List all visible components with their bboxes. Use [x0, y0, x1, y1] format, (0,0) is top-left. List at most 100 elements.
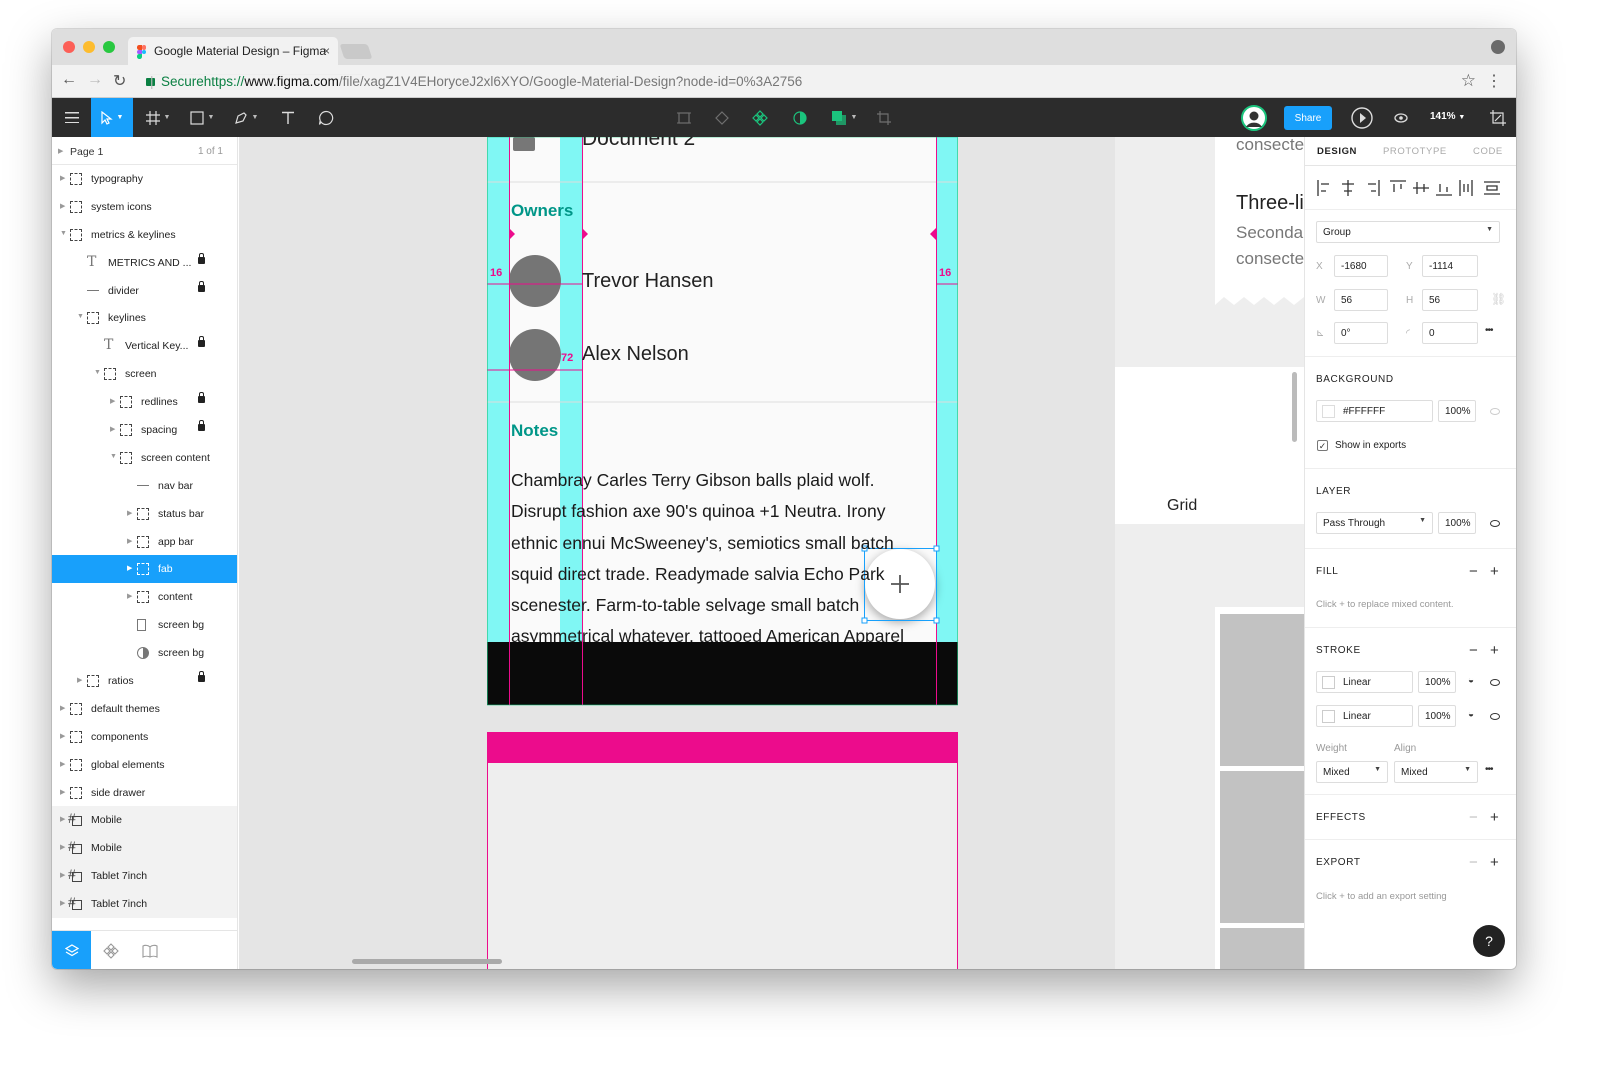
show-in-exports-checkbox[interactable]: ✓: [1317, 440, 1328, 451]
menu-icon[interactable]: [52, 98, 91, 137]
component-icon[interactable]: [666, 98, 702, 137]
layer-row[interactable]: ▶ default themes: [52, 695, 237, 723]
add-effect-icon[interactable]: +: [1490, 810, 1499, 825]
remove-stroke-icon[interactable]: −: [1469, 643, 1478, 658]
lock-icon[interactable]: [198, 280, 205, 292]
chevron-right-icon[interactable]: ▶: [60, 815, 65, 823]
layer-row[interactable]: ▶ ratios: [52, 667, 237, 695]
layer-row[interactable]: ▶ spacing: [52, 416, 237, 444]
layer-row[interactable]: nav bar: [52, 472, 237, 500]
blend-mode-select[interactable]: Pass Through ▼: [1316, 512, 1433, 534]
help-button[interactable]: ?: [1473, 925, 1505, 957]
chevron-right-icon[interactable]: ▶: [60, 788, 65, 796]
eye-icon[interactable]: [1490, 713, 1500, 720]
chevron-right-icon[interactable]: ▶: [127, 509, 132, 517]
h-input[interactable]: 56: [1422, 289, 1478, 311]
blend-drop-icon[interactable]: ◒: [1468, 709, 1474, 720]
w-input[interactable]: 56: [1334, 289, 1388, 311]
chevron-right-icon[interactable]: ▶: [110, 425, 115, 433]
chevron-right-icon[interactable]: ▶: [60, 899, 65, 907]
profile-icon[interactable]: [1491, 40, 1505, 54]
comment-tool-icon[interactable]: [308, 98, 344, 137]
layer-row[interactable]: T Vertical Key...: [52, 332, 237, 360]
stroke-weight-select[interactable]: Mixed ▼: [1316, 761, 1388, 783]
frame-tool-icon[interactable]: ▼: [138, 98, 178, 137]
blend-drop-icon[interactable]: ◒: [1468, 675, 1474, 686]
browser-menu-icon[interactable]: ⋮: [1486, 71, 1502, 91]
chevron-right-icon[interactable]: ▶: [60, 202, 65, 210]
layer-row[interactable]: T METRICS AND ...: [52, 249, 237, 277]
chevron-down-icon[interactable]: ▼: [94, 369, 101, 376]
library-tab-icon[interactable]: [130, 931, 169, 969]
url-field[interactable]: Secure|https://www.figma.com/file/xagZ1V…: [146, 74, 802, 89]
layer-row[interactable]: ▶ components: [52, 723, 237, 751]
x-input[interactable]: -1680: [1334, 255, 1388, 277]
stroke-align-select[interactable]: Mixed ▼: [1394, 761, 1478, 783]
layer-row[interactable]: ▶ system icons: [52, 193, 237, 221]
eye-icon[interactable]: [1490, 679, 1500, 686]
layer-row[interactable]: ▶ Mobile: [52, 806, 237, 835]
chevron-down-icon[interactable]: ▼: [77, 313, 84, 320]
reload-icon[interactable]: ↻: [113, 71, 126, 91]
view-icon[interactable]: [1386, 98, 1416, 137]
mask-icon[interactable]: [782, 98, 818, 137]
corner-radius-input[interactable]: 0: [1422, 322, 1478, 344]
remove-fill-icon[interactable]: −: [1469, 564, 1478, 579]
eye-icon[interactable]: [1490, 408, 1500, 415]
more-options-icon[interactable]: •••: [1485, 325, 1493, 336]
stroke-swatch[interactable]: [1322, 676, 1335, 689]
user-avatar[interactable]: [1236, 98, 1272, 137]
layer-row[interactable]: screen bg: [52, 611, 237, 639]
layer-row[interactable]: ▶ redlines: [52, 388, 237, 416]
layer-row[interactable]: ▶ app bar: [52, 528, 237, 556]
pen-tool-icon[interactable]: ▼: [226, 98, 266, 137]
stroke-opacity-input[interactable]: 100%: [1418, 705, 1456, 727]
rotation-input[interactable]: 0°: [1334, 322, 1388, 344]
constrain-proportions-icon[interactable]: ⛓: [1491, 292, 1506, 306]
add-stroke-icon[interactable]: +: [1490, 643, 1499, 658]
chevron-right-icon[interactable]: ▶: [77, 676, 82, 684]
zoom-level[interactable]: 141% ▼: [1430, 111, 1465, 122]
fill-icon[interactable]: ▼: [824, 98, 864, 137]
lock-icon[interactable]: [198, 392, 205, 404]
bookmark-star-icon[interactable]: ☆: [1461, 71, 1476, 91]
browser-tab[interactable]: Google Material Design – Figma ×: [128, 37, 338, 65]
layer-row[interactable]: ▶ side drawer: [52, 779, 237, 807]
tab-code[interactable]: CODE: [1473, 146, 1503, 157]
chevron-right-icon[interactable]: ▶: [60, 732, 65, 740]
back-arrow-icon[interactable]: ←: [61, 71, 77, 89]
layer-row[interactable]: divider: [52, 277, 237, 305]
stroke-type-input[interactable]: Linear: [1316, 671, 1413, 693]
create-component-icon[interactable]: [742, 98, 778, 137]
components-tab-icon[interactable]: [91, 931, 130, 969]
tab-design[interactable]: DESIGN: [1317, 146, 1357, 157]
add-export-icon[interactable]: +: [1490, 855, 1499, 870]
y-input[interactable]: -1114: [1422, 255, 1478, 277]
layer-row[interactable]: ▶ Mobile: [52, 834, 237, 863]
design-canvas[interactable]: Document 2 Owners Trevor Hansen Alex Nel…: [239, 137, 1304, 969]
background-color-input[interactable]: #FFFFFF: [1316, 400, 1433, 422]
boolean-icon[interactable]: [704, 98, 740, 137]
move-tool-icon[interactable]: ▼: [91, 98, 133, 137]
share-button[interactable]: Share: [1284, 106, 1332, 130]
layer-row[interactable]: ▶ typography: [52, 165, 237, 193]
tab-close-icon[interactable]: ×: [323, 44, 330, 58]
stroke-opacity-input[interactable]: 100%: [1418, 671, 1456, 693]
layer-row[interactable]: ▼ screen: [52, 360, 237, 388]
lock-icon[interactable]: [198, 420, 205, 432]
lock-icon[interactable]: [198, 252, 205, 264]
eye-icon[interactable]: [1490, 520, 1500, 527]
chevron-right-icon[interactable]: ▶: [127, 537, 132, 545]
layer-row[interactable]: ▶ fab: [52, 555, 237, 584]
chevron-right-icon[interactable]: ▶: [60, 843, 65, 851]
color-swatch[interactable]: [1322, 405, 1335, 418]
more-options-icon[interactable]: •••: [1485, 764, 1493, 775]
layer-row[interactable]: ▶ content: [52, 583, 237, 611]
text-tool-icon[interactable]: [270, 98, 306, 137]
chevron-right-icon[interactable]: ▶: [60, 871, 65, 879]
chevron-down-icon[interactable]: ▼: [110, 453, 117, 460]
layer-row[interactable]: screen bg: [52, 639, 237, 667]
maximize-window-button[interactable]: [103, 41, 115, 53]
layer-row[interactable]: ▼ keylines: [52, 304, 237, 332]
page-selector[interactable]: ▶ Page 1 1 of 1: [52, 137, 237, 165]
